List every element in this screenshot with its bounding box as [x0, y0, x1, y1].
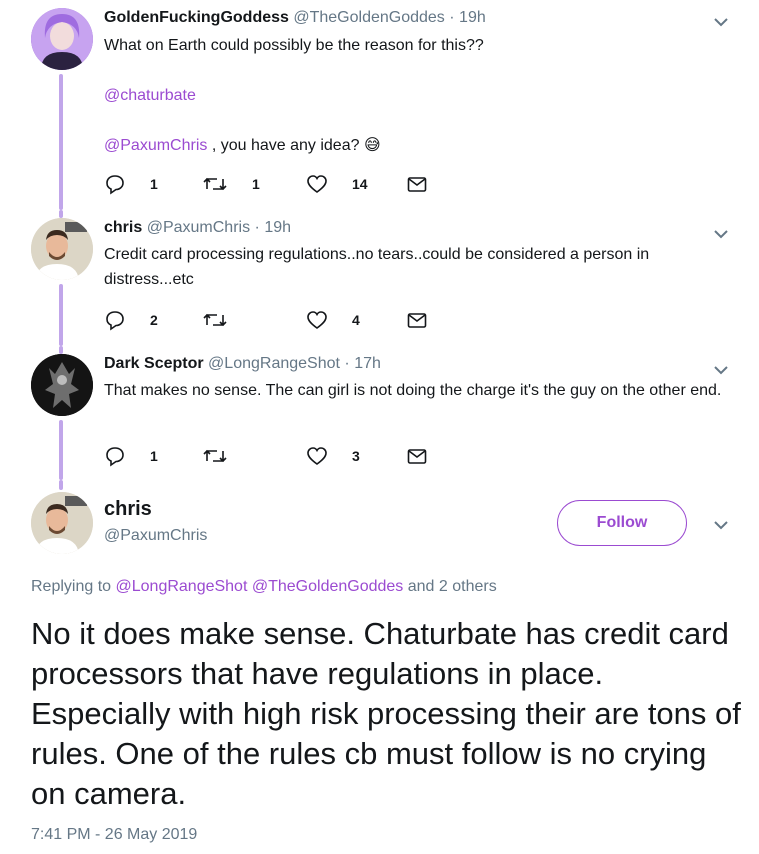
reply-icon [106, 175, 124, 195]
thread-line [59, 284, 63, 346]
author-name[interactable]: Dark Sceptor [104, 355, 204, 372]
dm-button[interactable] [406, 172, 428, 196]
thread-line [59, 480, 63, 490]
envelope-icon [407, 177, 427, 192]
dm-button[interactable] [406, 308, 428, 332]
retweet-count: 1 [252, 176, 260, 192]
separator: · [344, 355, 350, 372]
retweet-button[interactable] [202, 308, 252, 332]
follow-button[interactable]: Follow [557, 500, 687, 546]
tweet-text: Credit card processing regulations..no t… [104, 246, 650, 288]
like-count: 3 [352, 448, 360, 464]
like-button[interactable]: 4 [306, 308, 360, 332]
chevron-down-icon[interactable] [713, 362, 729, 378]
like-count: 14 [352, 176, 368, 192]
chevron-down-icon[interactable] [713, 14, 729, 30]
reply-count: 2 [150, 312, 158, 328]
thread-line [59, 74, 63, 210]
main-tweet-text: No it does make sense. Chaturbate has cr… [31, 616, 741, 811]
reply-icon [106, 311, 124, 331]
reply-icon [106, 447, 124, 467]
avatar-image [31, 218, 93, 280]
thread-line [59, 420, 63, 480]
author-name[interactable]: chris [104, 219, 142, 236]
separator: · [449, 9, 455, 26]
author-handle[interactable]: @PaxumChris [147, 219, 250, 236]
emoji: 😅 [363, 137, 381, 154]
separator: · [254, 219, 260, 236]
dm-button[interactable] [406, 444, 428, 468]
avatar-image [31, 492, 93, 554]
author-handle[interactable]: @PaxumChris [104, 527, 207, 545]
like-count: 4 [352, 312, 360, 328]
retweet-button[interactable]: 1 [202, 172, 260, 196]
thread-line [59, 346, 63, 354]
author-name[interactable]: GoldenFuckingGoddess [104, 9, 289, 26]
author-handle[interactable]: @LongRangeShot [208, 355, 340, 372]
replying-suffix[interactable]: and 2 others [403, 578, 497, 595]
avatar-image [31, 8, 93, 70]
replying-prefix: Replying to [31, 578, 116, 595]
avatar-image [31, 354, 93, 416]
tweet-time[interactable]: 19h [459, 9, 486, 26]
mention-link[interactable]: @PaxumChris [104, 137, 207, 154]
reply-count: 1 [150, 176, 158, 192]
retweet-button[interactable] [202, 444, 252, 468]
heart-icon [307, 447, 327, 465]
author-name[interactable]: chris [104, 498, 152, 521]
avatar[interactable] [31, 354, 93, 416]
envelope-icon [407, 313, 427, 328]
tweet-timestamp[interactable]: 7:41 PM - 26 May 2019 [31, 826, 197, 844]
replying-to: Replying to @LongRangeShot @TheGoldenGod… [31, 578, 497, 596]
retweet-icon [203, 313, 227, 327]
reply-button[interactable]: 1 [104, 172, 158, 196]
retweet-icon [203, 177, 227, 191]
tweet-3[interactable]: Dark Sceptor @LongRangeShot · 17h That m… [0, 346, 759, 480]
reply-count: 1 [150, 448, 158, 464]
heart-icon [307, 175, 327, 193]
tweet-text-line: , you have any idea? [207, 137, 364, 154]
like-button[interactable]: 14 [306, 172, 368, 196]
mention-link[interactable]: @chaturbate [104, 87, 196, 104]
tweet-text-line: What on Earth could possibly be the reas… [104, 37, 484, 54]
like-button[interactable]: 3 [306, 444, 360, 468]
avatar[interactable] [31, 8, 93, 70]
author-handle[interactable]: @TheGoldenGoddes [293, 9, 444, 26]
heart-icon [307, 311, 327, 329]
reply-button[interactable]: 1 [104, 444, 158, 468]
envelope-icon [407, 449, 427, 464]
chevron-down-icon[interactable] [713, 517, 729, 533]
mention-link[interactable]: @LongRangeShot [116, 578, 248, 595]
thread-line [59, 210, 63, 218]
tweet-1[interactable]: GoldenFuckingGoddess @TheGoldenGoddes · … [0, 0, 759, 210]
tweet-time[interactable]: 19h [264, 219, 291, 236]
reply-button[interactable]: 2 [104, 308, 158, 332]
tweet-text: That makes no sense. The can girl is not… [104, 382, 722, 399]
avatar[interactable] [31, 492, 93, 554]
tweet-time[interactable]: 17h [354, 355, 381, 372]
retweet-icon [203, 449, 227, 463]
tweet-2[interactable]: chris @PaxumChris · 19h Credit card proc… [0, 210, 759, 346]
avatar[interactable] [31, 218, 93, 280]
mention-link[interactable]: @TheGoldenGoddes [252, 578, 403, 595]
chevron-down-icon[interactable] [713, 226, 729, 242]
